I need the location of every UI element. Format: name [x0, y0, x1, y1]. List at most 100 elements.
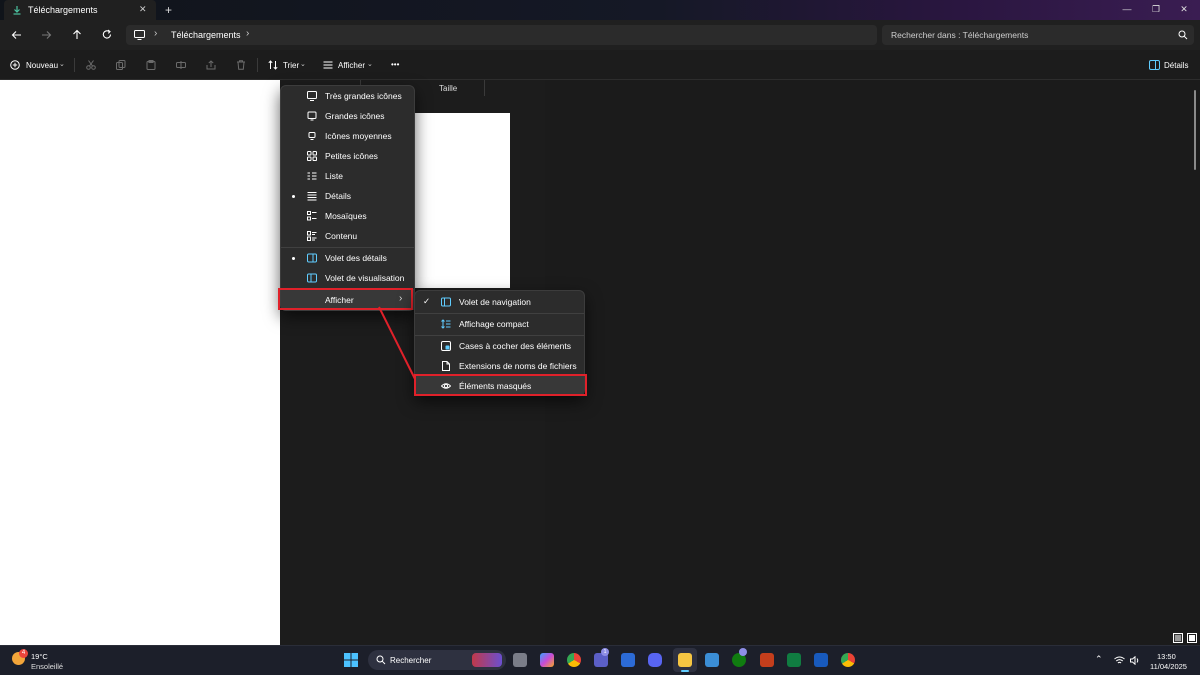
bluesky-icon[interactable]	[621, 653, 635, 667]
menu-item-details-pane[interactable]: Volet des détails	[281, 248, 414, 268]
view-menu: Très grandes icônes Grandes icônes Icône…	[280, 85, 415, 311]
powerpoint-icon[interactable]	[760, 653, 774, 667]
store-icon[interactable]	[705, 653, 719, 667]
monitor-icon	[307, 111, 317, 121]
view-button[interactable]: Afficher	[338, 61, 365, 70]
file-explorer-icon[interactable]	[678, 653, 692, 667]
word-icon[interactable]	[814, 653, 828, 667]
menu-item-label: Contenu	[325, 231, 358, 241]
menu-item-small-icons[interactable]: Petites icônes	[281, 146, 414, 166]
new-tab-button[interactable]: +	[165, 3, 172, 17]
submenu-item-item-checkboxes[interactable]: Cases à cocher des éléments	[415, 336, 584, 356]
discord-icon[interactable]	[648, 653, 662, 667]
sort-chevron-icon[interactable]: ⌄	[300, 60, 306, 68]
copy-icon[interactable]	[116, 60, 126, 70]
view-icon	[323, 61, 333, 69]
taskbar-search[interactable]: Rechercher	[368, 650, 506, 670]
chrome-icon[interactable]	[567, 653, 581, 667]
clock-time[interactable]: 13:50	[1157, 652, 1176, 661]
content-icon	[307, 231, 317, 241]
delete-icon[interactable]	[236, 60, 246, 70]
details-button[interactable]: Détails	[1164, 61, 1188, 70]
menu-item-tiles[interactable]: Mosaïques	[281, 206, 414, 226]
menu-item-details[interactable]: Détails	[281, 186, 414, 206]
menu-item-label: Grandes icônes	[325, 111, 385, 121]
taskbar-search-label: Rechercher	[390, 656, 432, 665]
address-bar[interactable]: › Téléchargements ›	[126, 25, 877, 45]
menu-item-medium-icons[interactable]: Icônes moyennes	[281, 126, 414, 146]
breadcrumb-chevron-icon[interactable]: ›	[246, 28, 249, 39]
navigation-pane	[0, 80, 280, 645]
scrollbar[interactable]	[1194, 90, 1196, 170]
search-input[interactable]: Rechercher dans : Téléchargements	[882, 25, 1194, 45]
menu-item-label: Volet des détails	[325, 253, 387, 263]
new-plus-icon	[10, 60, 20, 70]
weather-temperature[interactable]: 19°C	[31, 652, 48, 661]
view-chevron-icon[interactable]: ⌄	[367, 60, 373, 68]
weather-description[interactable]: Ensoleillé	[31, 662, 63, 671]
cut-icon[interactable]	[86, 60, 96, 70]
menu-item-preview-pane[interactable]: Volet de visualisation	[281, 268, 414, 288]
navigation-pane-icon	[441, 297, 451, 307]
menu-item-large-icons[interactable]: Grandes icônes	[281, 106, 414, 126]
menu-item-extra-large-icons[interactable]: Très grandes icônes	[281, 86, 414, 106]
close-button[interactable]: ✕	[1177, 4, 1191, 14]
submenu-item-file-extensions[interactable]: Extensions de noms de fichiers	[415, 356, 584, 376]
new-chevron-icon[interactable]: ⌄	[59, 60, 65, 68]
chrome-profile-icon[interactable]	[841, 653, 855, 667]
column-divider	[484, 80, 485, 96]
new-button[interactable]: Nouveau	[26, 61, 58, 70]
copilot-icon[interactable]	[540, 653, 554, 667]
details-icon	[307, 192, 317, 201]
share-icon[interactable]	[206, 60, 216, 70]
grid-icon	[307, 151, 317, 161]
file-area-blank	[410, 113, 510, 288]
menu-item-list[interactable]: Liste	[281, 166, 414, 186]
sort-button[interactable]: Trier	[283, 61, 299, 70]
minimize-button[interactable]: —	[1120, 4, 1134, 14]
tab-close-icon[interactable]: ✕	[139, 4, 147, 15]
selected-dot-icon	[292, 257, 295, 260]
up-arrow-icon[interactable]	[72, 29, 82, 40]
compact-view-icon	[441, 319, 451, 329]
maximize-button[interactable]: ❐	[1149, 4, 1163, 14]
checkmark-icon: ✓	[423, 296, 431, 306]
clock-date[interactable]: 11/04/2025	[1150, 662, 1187, 671]
tiles-icon	[307, 211, 317, 221]
forward-arrow-icon[interactable]	[41, 30, 52, 40]
selected-dot-icon	[292, 195, 295, 198]
submenu-item-label: Affichage compact	[459, 319, 529, 329]
search-icon	[376, 655, 386, 665]
menu-item-content[interactable]: Contenu	[281, 226, 414, 246]
wifi-icon[interactable]	[1114, 656, 1125, 665]
menu-item-label: Mosaïques	[325, 211, 367, 221]
back-arrow-icon[interactable]	[11, 30, 22, 40]
submenu-item-label: Volet de navigation	[459, 297, 531, 307]
teams-badge: 1	[601, 648, 609, 656]
task-view-icon[interactable]	[513, 653, 527, 667]
toolbar-divider	[257, 58, 258, 72]
search-highlight-icon	[472, 653, 502, 667]
column-header-size[interactable]: Taille	[439, 84, 457, 93]
submenu-item-navigation-pane[interactable]: ✓ Volet de navigation	[415, 292, 584, 312]
breadcrumb-location[interactable]: Téléchargements	[171, 30, 241, 40]
tiles-view-toggle-icon[interactable]	[1187, 633, 1197, 643]
menu-item-label: Volet de visualisation	[325, 273, 405, 283]
excel-icon[interactable]	[787, 653, 801, 667]
tab-downloads[interactable]: Téléchargements ✕	[4, 0, 156, 20]
submenu-item-compact-view[interactable]: Affichage compact	[415, 314, 584, 334]
volume-icon[interactable]	[1130, 656, 1140, 665]
xbox-badge	[739, 648, 747, 656]
more-options-button[interactable]: •••	[391, 60, 399, 69]
tray-chevron-icon[interactable]: ⌃	[1095, 654, 1103, 665]
refresh-icon[interactable]	[102, 29, 112, 40]
menu-item-label: Icônes moyennes	[325, 131, 392, 141]
rename-icon[interactable]	[176, 60, 186, 70]
windows-start-icon[interactable]	[344, 653, 358, 667]
details-pane-icon	[307, 253, 317, 263]
paste-icon[interactable]	[146, 60, 156, 70]
search-icon[interactable]	[1178, 30, 1188, 40]
details-view-toggle-icon[interactable]	[1173, 633, 1183, 643]
command-bar: Nouveau ⌄ Trier ⌄ Afficher ⌄ ••• Détails	[0, 50, 1200, 80]
search-placeholder: Rechercher dans : Téléchargements	[891, 30, 1029, 40]
